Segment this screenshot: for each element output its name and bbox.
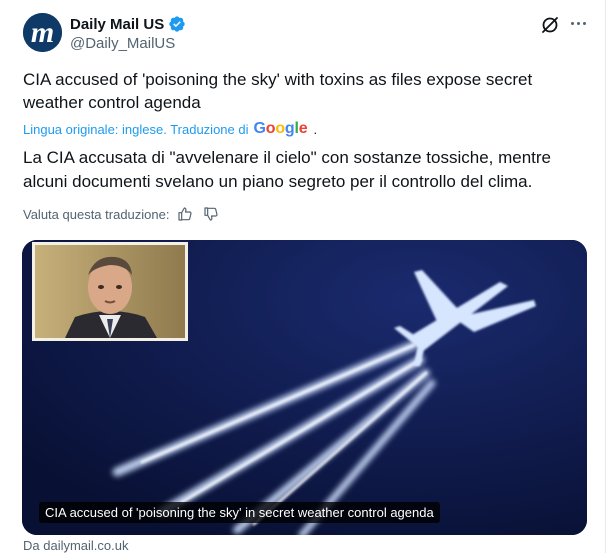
link-card[interactable]: CIA accused of 'poisoning the sky' in se… (22, 240, 587, 535)
avatar[interactable]: m (23, 13, 62, 52)
more-icon[interactable] (567, 12, 589, 34)
thumbs-down-icon[interactable] (203, 206, 219, 222)
translation-label[interactable]: Lingua originale: inglese. Traduzione di (23, 122, 249, 137)
card-source-link[interactable]: Da dailymail.co.uk (23, 538, 129, 553)
verified-badge-icon[interactable] (168, 15, 186, 33)
rate-translation: Valuta questa traduzione: (23, 205, 219, 223)
rate-translation-label: Valuta questa traduzione: (23, 206, 170, 222)
google-logo[interactable]: Google (254, 120, 308, 138)
grok-icon[interactable] (540, 15, 560, 35)
translation-suffix: . (313, 121, 318, 137)
card-caption: CIA accused of 'poisoning the sky' in se… (39, 502, 440, 523)
display-name[interactable]: Daily Mail US (70, 16, 164, 33)
translation-info: Lingua originale: inglese. Traduzione di… (23, 120, 317, 138)
portrait-inset (32, 242, 188, 341)
tweet-original-text: CIA accused of 'poisoning the sky' with … (23, 70, 533, 112)
author-handle[interactable]: @Daily_MailUS (70, 35, 175, 52)
timeline-border (605, 0, 606, 553)
tweet-translated-text: La CIA accusata di "avvelenare il cielo"… (23, 148, 552, 191)
author-row: Daily Mail US (70, 14, 186, 34)
svg-text:m: m (31, 16, 54, 49)
thumbs-up-icon[interactable] (177, 206, 193, 222)
